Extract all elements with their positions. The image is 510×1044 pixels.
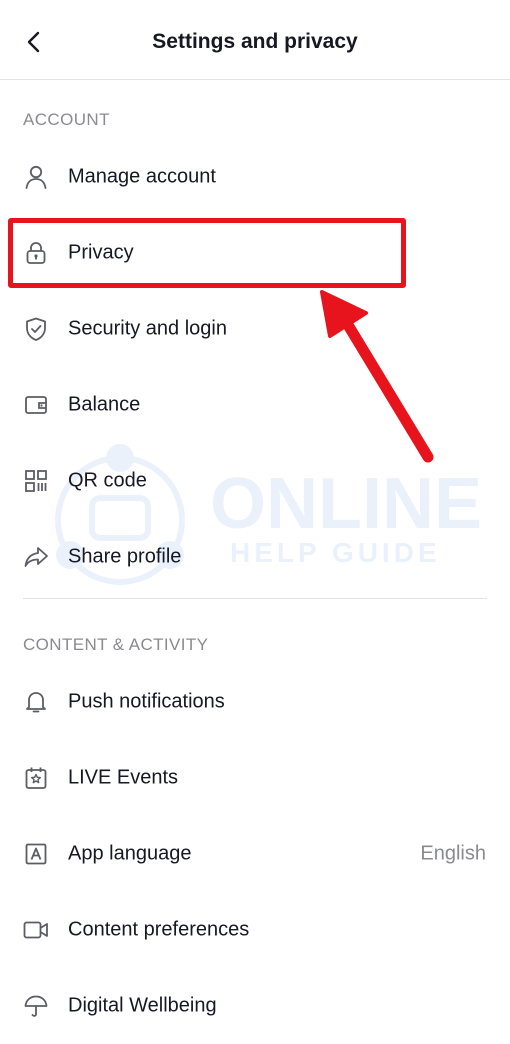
page-title: Settings and privacy [152,30,358,53]
menu-item-content-preferences[interactable]: Content preferences [0,892,510,968]
menu-item-label: Content preferences [68,918,250,941]
menu-item-label: Push notifications [68,690,225,713]
calendar-star-icon [22,764,50,792]
shield-icon [22,315,50,343]
language-icon [22,840,50,868]
bell-icon [22,688,50,716]
menu-item-label: Digital Wellbeing [68,994,217,1017]
menu-item-push-notifications[interactable]: Push notifications [0,664,510,740]
menu-item-digital-wellbeing[interactable]: Digital Wellbeing [0,968,510,1044]
menu-item-label: Balance [68,393,141,416]
menu-item-label: LIVE Events [68,766,179,789]
menu-item-label: Privacy [68,241,134,264]
menu-item-label: QR code [68,469,147,492]
umbrella-icon [22,992,50,1020]
share-icon [22,543,50,571]
menu-item-app-language[interactable]: App language English [0,816,510,892]
menu-item-privacy[interactable]: Privacy [0,215,510,291]
menu-item-label: App language [68,842,192,865]
header-bar: Settings and privacy [0,0,510,80]
qr-code-icon [22,467,50,495]
lock-icon [22,239,50,267]
menu-item-label: Manage account [68,165,216,188]
section-divider [23,598,487,599]
menu-item-security-and-login[interactable]: Security and login [0,291,510,367]
wallet-icon [22,391,50,419]
menu-item-label: Security and login [68,317,227,340]
menu-item-manage-account[interactable]: Manage account [0,139,510,215]
section-label-account: ACCOUNT [23,110,110,129]
menu-item-live-events[interactable]: LIVE Events [0,740,510,816]
section-label-content-activity: CONTENT & ACTIVITY [23,635,209,654]
app-language-value: English [420,842,486,865]
video-camera-icon [22,916,50,944]
menu-item-qr-code[interactable]: QR code [0,443,510,519]
menu-item-share-profile[interactable]: Share profile [0,519,510,595]
person-icon [22,163,50,191]
menu-item-label: Share profile [68,545,182,568]
menu-item-balance[interactable]: Balance [0,367,510,443]
